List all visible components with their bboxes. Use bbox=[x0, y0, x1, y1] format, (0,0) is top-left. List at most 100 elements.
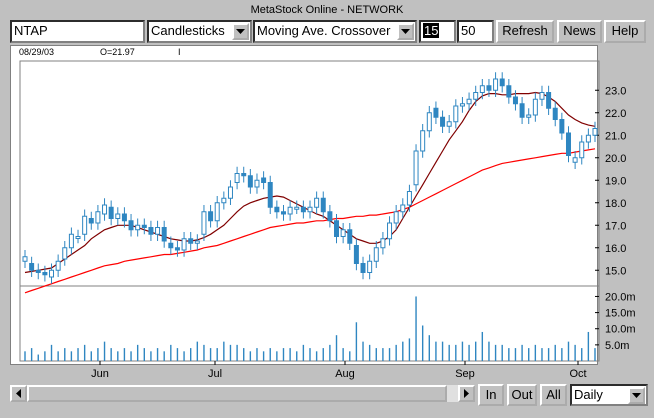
volume-tick-label: 5.0m bbox=[605, 340, 629, 352]
interval-select[interactable]: Daily bbox=[570, 384, 648, 406]
candle-body bbox=[506, 85, 512, 98]
candle-body bbox=[552, 107, 558, 120]
candle-body bbox=[287, 206, 293, 215]
candle-body bbox=[241, 173, 247, 177]
candle-body bbox=[380, 238, 386, 249]
price-tick-label: 18.0 bbox=[605, 198, 626, 210]
candle-body bbox=[360, 263, 366, 273]
x-tick-label: Oct bbox=[569, 368, 586, 380]
candle-body bbox=[572, 157, 578, 163]
candle-body bbox=[227, 186, 233, 199]
candle-body bbox=[539, 92, 545, 100]
horizontal-scrollbar[interactable] bbox=[10, 385, 475, 402]
zoom-in-button[interactable]: In bbox=[478, 384, 504, 406]
candle-body bbox=[300, 206, 306, 213]
candle-body bbox=[294, 206, 300, 210]
price-tick-label: 20.0 bbox=[605, 153, 626, 165]
interval-value: Daily bbox=[574, 387, 603, 402]
candle-body bbox=[75, 236, 81, 239]
candle-body bbox=[261, 177, 267, 183]
candle-body bbox=[340, 229, 346, 237]
candle-body bbox=[55, 260, 61, 271]
candle-body bbox=[115, 213, 121, 219]
candle-body bbox=[128, 220, 134, 231]
x-tick-label: Jun bbox=[91, 368, 109, 380]
candle-body bbox=[585, 134, 591, 143]
candle-body bbox=[400, 204, 406, 213]
x-tick-label: Aug bbox=[335, 368, 355, 380]
candle-body bbox=[565, 132, 571, 156]
scroll-thumb[interactable] bbox=[27, 385, 447, 402]
candle-body bbox=[42, 272, 48, 276]
price-tick-label: 21.0 bbox=[605, 130, 626, 142]
candle-body bbox=[82, 215, 88, 235]
scroll-track[interactable] bbox=[447, 385, 458, 402]
candle-body bbox=[135, 224, 141, 231]
candle-body bbox=[247, 175, 253, 188]
interval-dropdown-button[interactable] bbox=[628, 387, 645, 404]
zoom-out-button[interactable]: Out bbox=[507, 384, 537, 406]
price-chart: 15.0 16.0 17.0 18.0 19.0 20.0 21.0 22.0 23.0 5.0m… bbox=[19, 60, 636, 380]
candle-body bbox=[367, 260, 373, 273]
candle-body bbox=[161, 227, 167, 242]
candle-body bbox=[148, 227, 154, 235]
x-tick-label: Sep bbox=[455, 368, 475, 380]
candle-body bbox=[420, 130, 426, 152]
candle-body bbox=[559, 119, 565, 134]
candle-body bbox=[254, 179, 260, 188]
candle-body bbox=[453, 105, 459, 123]
candle-body bbox=[446, 121, 452, 127]
candle-body bbox=[459, 103, 465, 107]
candle-body bbox=[546, 92, 552, 109]
candle-body bbox=[393, 211, 399, 224]
candle-body bbox=[141, 224, 147, 228]
candle-body bbox=[280, 211, 286, 215]
candle-body bbox=[579, 141, 585, 159]
candle-body bbox=[174, 247, 180, 251]
candle-body bbox=[413, 150, 419, 186]
scroll-left-button[interactable] bbox=[10, 385, 27, 402]
candle-body bbox=[68, 233, 74, 249]
candle-body bbox=[512, 96, 518, 105]
candle-body bbox=[201, 211, 207, 235]
candle-body bbox=[592, 128, 598, 136]
candle-body bbox=[194, 240, 200, 244]
volume-tick-label: 20.0m bbox=[605, 291, 636, 303]
scroll-right-button[interactable] bbox=[458, 385, 475, 402]
zoom-all-button[interactable]: All bbox=[540, 384, 567, 406]
x-tick-label: Jul bbox=[208, 368, 222, 380]
candle-body bbox=[519, 103, 525, 118]
candle-body bbox=[493, 78, 499, 91]
candle-body bbox=[334, 220, 340, 237]
candle-body bbox=[499, 78, 505, 87]
candle-body bbox=[532, 98, 538, 116]
candle-body bbox=[102, 204, 108, 215]
ma-fast-line bbox=[24, 91, 596, 274]
candle-body bbox=[433, 107, 439, 118]
candle-body bbox=[426, 112, 432, 132]
candle-body bbox=[274, 206, 280, 213]
candle-body bbox=[181, 238, 187, 251]
candle-body bbox=[347, 229, 353, 244]
candle-body bbox=[353, 245, 359, 264]
candle-body bbox=[406, 191, 412, 206]
volume-tick-label: 15.0m bbox=[605, 308, 636, 320]
candle-body bbox=[473, 92, 479, 100]
candle-body bbox=[168, 242, 174, 249]
candle-body bbox=[49, 269, 55, 278]
volume-tick-label: 10.0m bbox=[605, 324, 636, 336]
candle-body bbox=[387, 222, 393, 240]
chevron-down-icon bbox=[632, 393, 641, 398]
candle-body bbox=[234, 173, 240, 183]
candle-body bbox=[121, 213, 127, 222]
candle-body bbox=[466, 98, 472, 105]
arrow-right-icon bbox=[464, 389, 469, 398]
candle-body bbox=[440, 116, 446, 127]
candle-body bbox=[35, 269, 41, 273]
candle-body bbox=[314, 197, 320, 208]
candle-body bbox=[327, 211, 333, 222]
candle-body bbox=[188, 238, 194, 244]
candle-body bbox=[208, 211, 214, 222]
price-tick-label: 23.0 bbox=[605, 85, 626, 97]
candle-body bbox=[155, 227, 161, 235]
